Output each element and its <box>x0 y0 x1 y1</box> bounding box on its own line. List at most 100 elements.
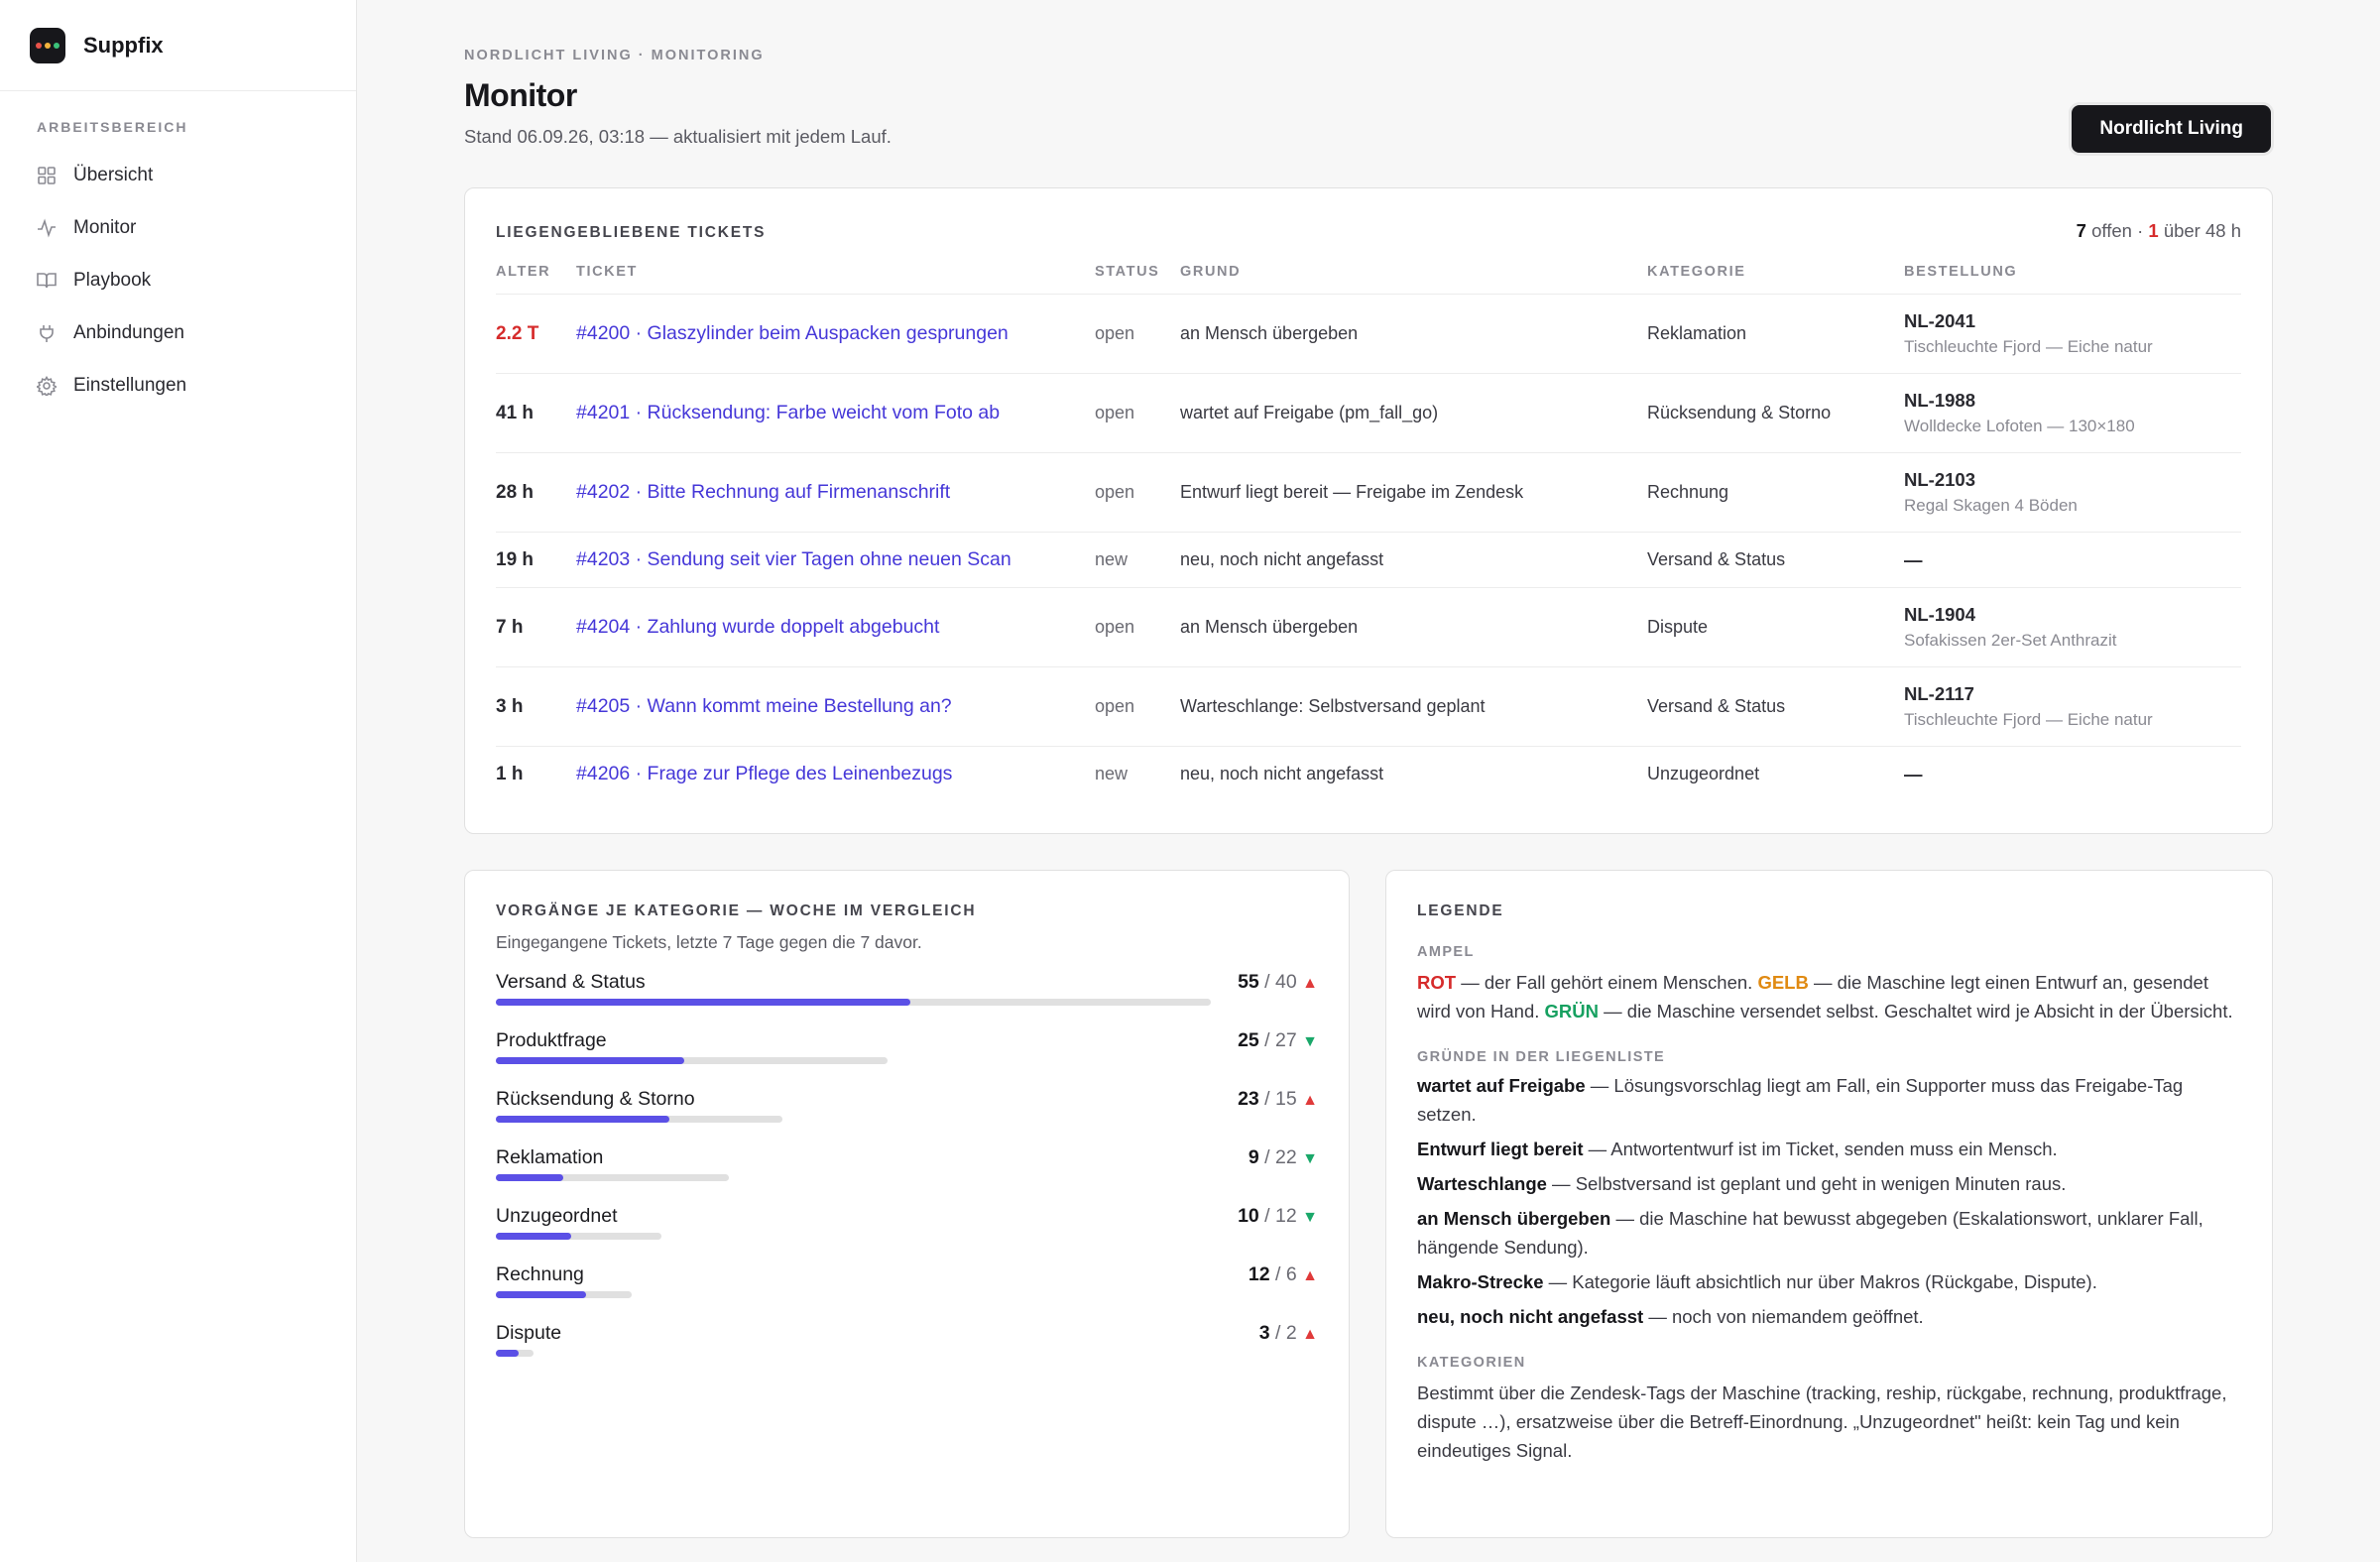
ticket-order: NL-2117 Tischleuchte Fjord — Eiche natur <box>1904 666 2241 747</box>
sidebar-item-anbindungen[interactable]: Anbindungen <box>0 306 356 359</box>
sidebar-item-uebersicht[interactable]: Übersicht <box>0 149 356 201</box>
previous-value: 22 <box>1275 1146 1297 1168</box>
bar-track <box>496 1350 534 1357</box>
category-bar-list: Versand & Status 55 / 40 ▲ Produktfrage 25 … <box>496 971 1318 1359</box>
table-row[interactable]: 3 h #4205 · Wann kommt meine Bestellung a… <box>496 666 2241 747</box>
column-header: ALTER <box>496 264 576 295</box>
ticket-category: Reklamation <box>1647 294 1904 374</box>
previous-value: 6 <box>1285 1263 1297 1285</box>
order-item: Sofakissen 2er-Set Anthrazit <box>1904 631 2117 650</box>
ticket-reason: Warteschlange: Selbstversand geplant <box>1180 666 1647 747</box>
bottom-row: VORGÄNGE JE KATEGORIE — WOCHE IM VERGLEI… <box>464 870 2273 1538</box>
ticket-age: 41 h <box>496 373 576 453</box>
previous-value: 27 <box>1275 1029 1297 1051</box>
over-48h-count: 1 <box>2148 220 2159 241</box>
category-values: 55 / 40 ▲ <box>1238 971 1318 993</box>
bar-fill <box>496 1233 571 1240</box>
nav-section: ARBEITSBEREICH Übersicht Monitor Playboo… <box>0 91 356 412</box>
ticket-link[interactable]: #4200 · Glaszylinder beim Auspacken gesp… <box>576 322 1009 344</box>
category-label: Versand & Status <box>496 971 646 993</box>
sidebar-item-playbook[interactable]: Playbook <box>0 254 356 306</box>
sidebar-item-label: Einstellungen <box>73 374 187 396</box>
category-values: 23 / 15 ▲ <box>1238 1088 1318 1110</box>
reason-term: neu, noch nicht angefasst <box>1417 1306 1644 1327</box>
category-row: Reklamation 9 / 22 ▼ <box>496 1146 1318 1183</box>
ticket-age: 7 h <box>496 587 576 667</box>
ticket-link[interactable]: #4206 · Frage zur Pflege des Leinenbezug… <box>576 763 952 784</box>
reason-term: wartet auf Freigabe <box>1417 1075 1586 1096</box>
table-row[interactable]: 41 h #4201 · Rücksendung: Farbe weicht vo… <box>496 373 2241 453</box>
table-row[interactable]: 28 h #4202 · Bitte Rechnung auf Firmenans… <box>496 452 2241 533</box>
ticket-link[interactable]: #4201 · Rücksendung: Farbe weicht vom Fo… <box>576 402 1000 423</box>
ticket-status: open <box>1095 666 1180 747</box>
previous-value: 2 <box>1285 1322 1297 1344</box>
sidebar-item-einstellungen[interactable]: Einstellungen <box>0 359 356 412</box>
ticket-link[interactable]: #4202 · Bitte Rechnung auf Firmenanschri… <box>576 481 950 503</box>
previous-value: 12 <box>1275 1205 1297 1227</box>
ticket-reason: an Mensch übergeben <box>1180 294 1647 374</box>
ticket-category: Rechnung <box>1647 452 1904 533</box>
order-item: Regal Skagen 4 Böden <box>1904 496 2078 515</box>
bar-track <box>496 1057 888 1064</box>
category-values: 10 / 12 ▼ <box>1238 1205 1318 1227</box>
previous-value: 15 <box>1275 1088 1297 1110</box>
ticket-order: NL-2041 Tischleuchte Fjord — Eiche natur <box>1904 294 2241 374</box>
reason-item: an Mensch übergeben — die Maschine hat b… <box>1417 1204 2241 1262</box>
ticket-status: new <box>1095 532 1180 588</box>
bar-fill <box>496 1116 669 1123</box>
ticket-age: 28 h <box>496 452 576 533</box>
ticket-category: Versand & Status <box>1647 532 1904 588</box>
category-label: Reklamation <box>496 1146 604 1168</box>
table-row[interactable]: 1 h #4206 · Frage zur Pflege des Leinenbe… <box>496 747 2241 802</box>
reason-text: — noch von niemandem geöffnet. <box>1643 1306 1924 1327</box>
ticket-status: open <box>1095 294 1180 374</box>
reason-item: Makro-Strecke — Kategorie läuft absichtl… <box>1417 1267 2241 1296</box>
sidebar-item-label: Playbook <box>73 269 152 291</box>
current-value: 12 <box>1248 1263 1270 1285</box>
logo-dot-yellow <box>45 42 51 49</box>
ampel-red-text: — der Fall gehört einem Menschen. <box>1456 972 1758 993</box>
order-id: NL-2041 <box>1904 310 1975 331</box>
ticket-category: Rücksendung & Storno <box>1647 373 1904 453</box>
sidebar-item-label: Monitor <box>73 216 137 238</box>
ticket-link[interactable]: #4205 · Wann kommt meine Bestellung an? <box>576 695 952 717</box>
activity-icon <box>36 217 58 239</box>
trend-up-icon: ▲ <box>1302 1326 1318 1343</box>
category-row: Rücksendung & Storno 23 / 15 ▲ <box>496 1088 1318 1125</box>
table-header-row: ALTER TICKET STATUS GRUND KATEGORIE BEST… <box>496 264 2241 295</box>
ticket-status: open <box>1095 373 1180 453</box>
legend-section-ampel: AMPEL <box>1417 944 1475 960</box>
table-row[interactable]: 2.2 T #4200 · Glaszylinder beim Auspacken… <box>496 294 2241 374</box>
category-row: Produktfrage 25 / 27 ▼ <box>496 1029 1318 1066</box>
ampel-green-text: — die Maschine versendet selbst. Geschal… <box>1599 1001 2233 1021</box>
ticket-category: Versand & Status <box>1647 666 1904 747</box>
ticket-link[interactable]: #4204 · Zahlung wurde doppelt abgebucht <box>576 616 939 638</box>
reason-item: wartet auf Freigabe — Lösungsvorschlag l… <box>1417 1071 2241 1129</box>
brand[interactable]: Suppfix <box>0 0 356 91</box>
order-id: — <box>1904 763 1923 784</box>
category-label: Unzugeordnet <box>496 1205 618 1227</box>
reason-term: an Mensch übergeben <box>1417 1208 1611 1229</box>
client-switch-button[interactable]: Nordlicht Living <box>2072 105 2271 153</box>
order-id: NL-1988 <box>1904 390 1975 411</box>
ticket-status: open <box>1095 452 1180 533</box>
sidebar-item-monitor[interactable]: Monitor <box>0 201 356 254</box>
ampel-red-label: ROT <box>1417 972 1457 993</box>
trend-down-icon: ▼ <box>1302 1033 1318 1050</box>
column-header: GRUND <box>1180 264 1647 295</box>
reason-text: — Kategorie läuft absichtlich nur über M… <box>1543 1271 2097 1292</box>
plug-icon <box>36 322 58 344</box>
table-row[interactable]: 7 h #4204 · Zahlung wurde doppelt abgebuc… <box>496 587 2241 667</box>
table-row[interactable]: 19 h #4203 · Sendung seit vier Tagen ohne… <box>496 532 2241 588</box>
ticket-category: Unzugeordnet <box>1647 764 1760 784</box>
ticket-link[interactable]: #4203 · Sendung seit vier Tagen ohne neu… <box>576 548 1012 570</box>
order-item: Tischleuchte Fjord — Eiche natur <box>1904 337 2153 356</box>
order-id: NL-2103 <box>1904 469 1975 490</box>
column-header: STATUS <box>1095 264 1180 295</box>
previous-value: 40 <box>1275 971 1297 993</box>
category-comparison-card: VORGÄNGE JE KATEGORIE — WOCHE IM VERGLEI… <box>464 870 1350 1538</box>
reason-text: — Antwortentwurf ist im Ticket, senden m… <box>1583 1139 2058 1159</box>
grid-icon <box>36 165 58 186</box>
order-item: Tischleuchte Fjord — Eiche natur <box>1904 710 2153 729</box>
brand-name: Suppfix <box>83 32 164 58</box>
